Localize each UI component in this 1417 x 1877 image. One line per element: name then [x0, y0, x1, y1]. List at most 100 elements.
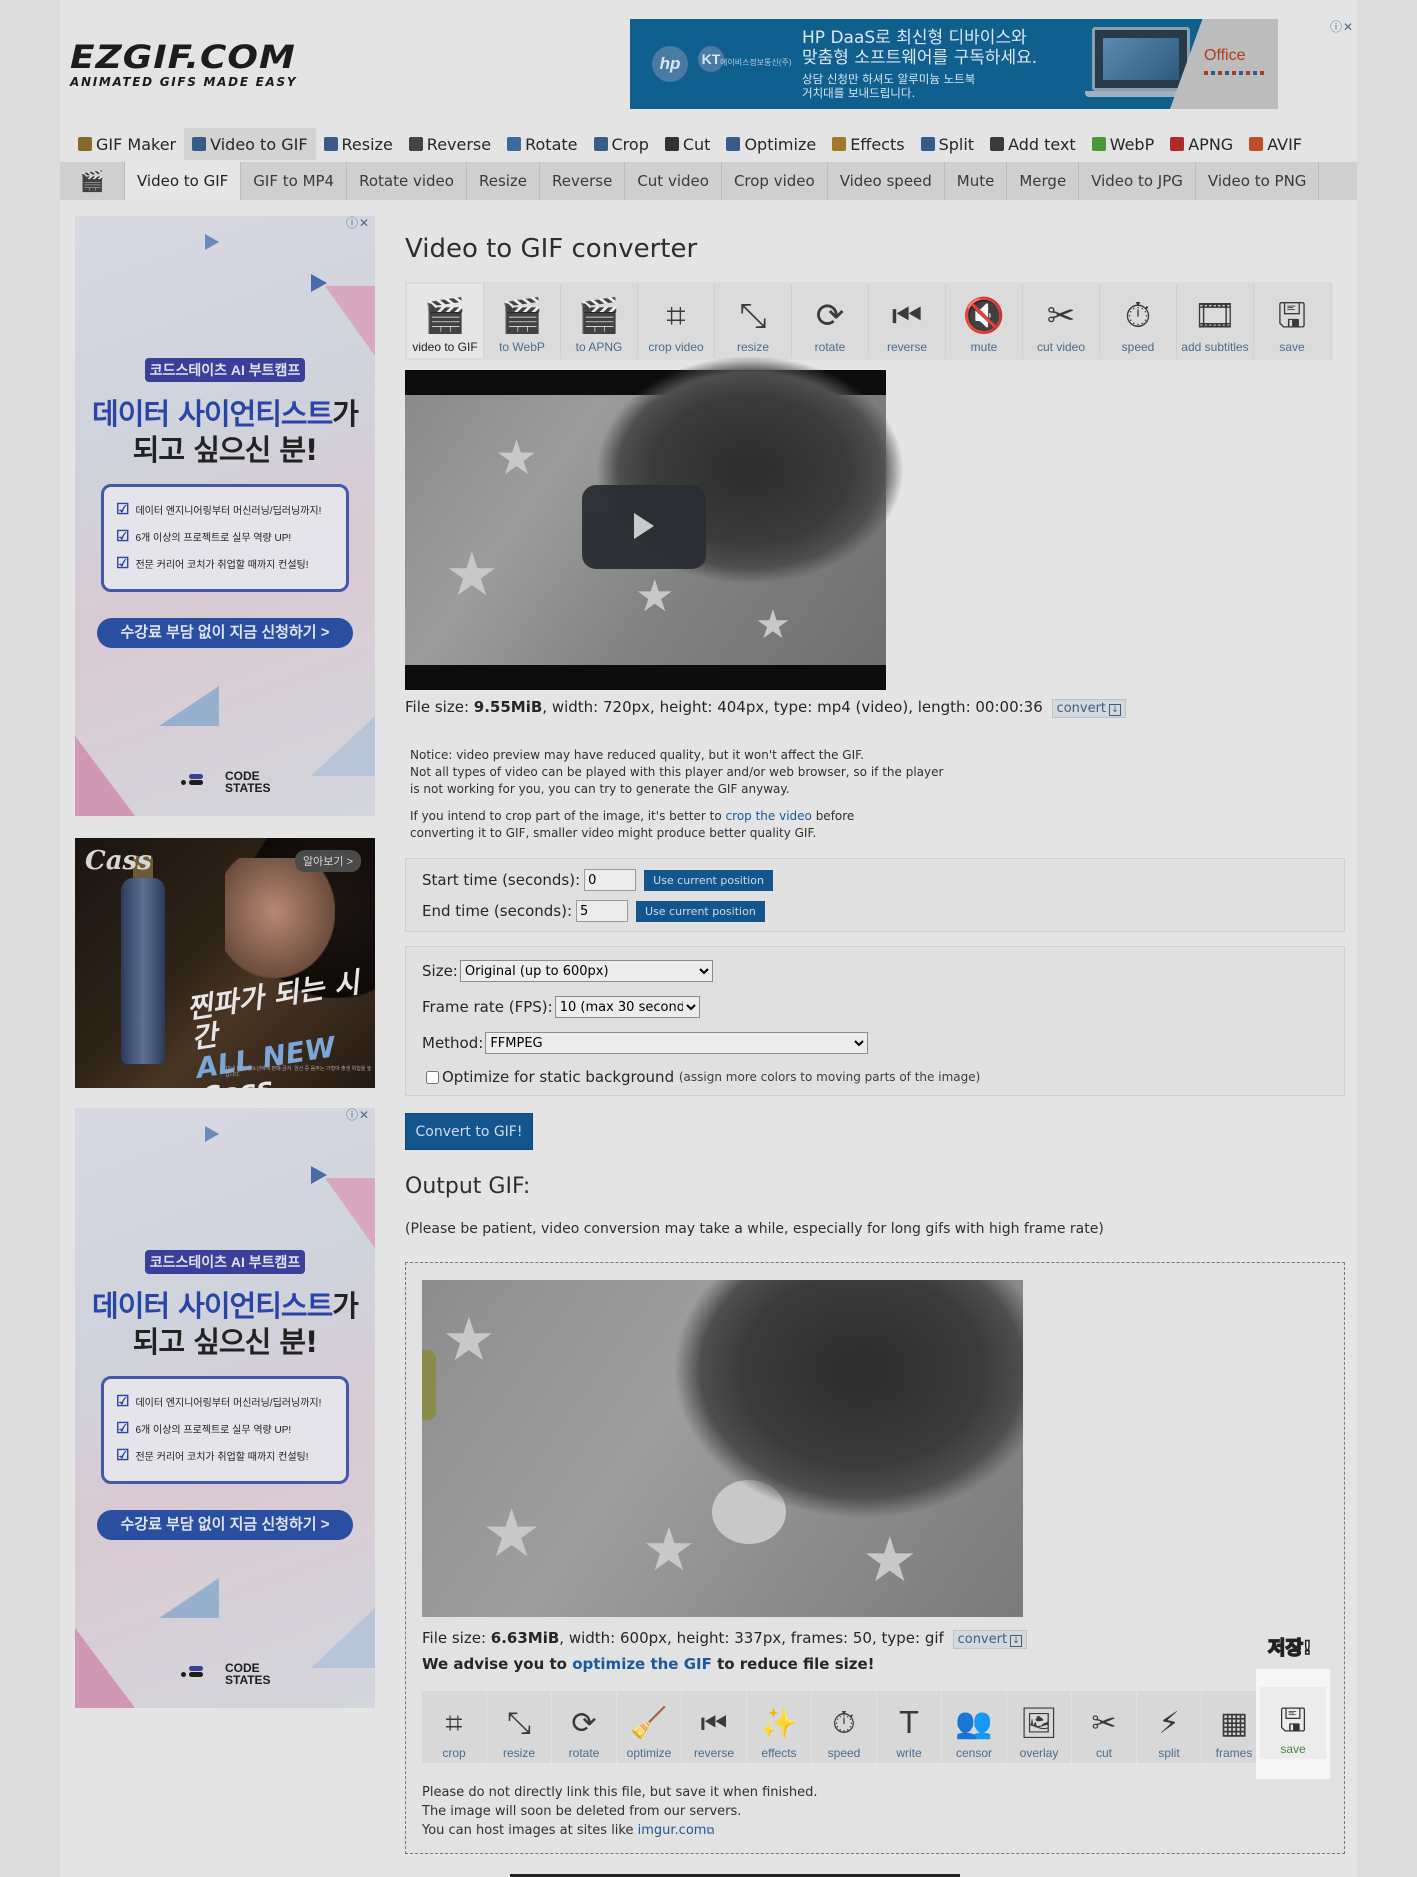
use-current-start-button[interactable]: Use current position	[644, 869, 773, 891]
tool-crop-video[interactable]: ⌗ crop video	[638, 284, 715, 358]
output-save-button[interactable]: 🖫 save	[1260, 1687, 1326, 1759]
subnav-cut-video[interactable]: Cut video	[625, 162, 722, 200]
nav-item-split[interactable]: Split	[913, 128, 982, 160]
top-banner-ad[interactable]: hp KT 에이비스정보통신(주) HP DaaS로 최신형 디바이스와 맞춤형 …	[630, 19, 1278, 109]
ad-cta-button[interactable]: 수강료 부담 없이 지금 신청하기 >	[97, 618, 353, 648]
output-tool-censor[interactable]: 👥 censor	[942, 1691, 1006, 1763]
end-time-row: End time (seconds): Use current position	[422, 900, 765, 922]
output-tool-reverse[interactable]: ⏮ reverse	[682, 1691, 746, 1763]
ad-cta-button[interactable]: 수강료 부담 없이 지금 신청하기 >	[97, 1510, 353, 1540]
subnav-mute[interactable]: Mute	[945, 162, 1008, 200]
output-tool-write[interactable]: Twrite	[877, 1691, 941, 1763]
tool-reverse[interactable]: ⏮ reverse	[869, 284, 946, 358]
crop-video-link[interactable]: crop the video	[726, 809, 812, 823]
speed-icon: ⏱	[832, 1706, 856, 1741]
page-title: Video to GIF converter	[405, 234, 698, 264]
nav-item-webp[interactable]: WebP	[1084, 128, 1163, 160]
crop-icon: ⌗	[445, 1706, 463, 1741]
tool-to-apng[interactable]: 🎬 to APNG	[561, 284, 638, 358]
output-tool-effects[interactable]: ✨ effects	[747, 1691, 811, 1763]
nav-item-add-text[interactable]: Add text	[982, 128, 1084, 160]
output-convert-button[interactable]: convert ↓	[952, 1630, 1028, 1649]
tool-label: cut video	[1036, 340, 1086, 354]
nav-item-video-to-gif[interactable]: Video to GIF	[184, 128, 316, 160]
subnav-video-to-gif[interactable]: Video to GIF	[125, 162, 242, 200]
output-tool-optimize[interactable]: 🧹 optimize	[617, 1691, 681, 1763]
reverse-icon: ⏮	[891, 296, 923, 336]
subnav-merge[interactable]: Merge	[1007, 162, 1080, 200]
tool-rotate[interactable]: ⟳ rotate	[792, 284, 869, 358]
nav-item-reverse[interactable]: Reverse	[401, 128, 499, 160]
nav-item-rotate[interactable]: Rotate	[499, 128, 585, 160]
output-tool-crop[interactable]: ⌗ crop	[422, 1691, 486, 1763]
tool-speed[interactable]: ⏱ speed	[1100, 284, 1177, 358]
fps-select[interactable]: 10 (max 30 seconds)	[554, 996, 700, 1018]
end-time-input[interactable]	[576, 900, 628, 922]
ad-pill: 코드스테이츠 AI 부트캠프	[145, 1250, 305, 1274]
resize-icon	[323, 137, 338, 151]
tool-label: censor	[955, 1746, 993, 1760]
size-select[interactable]: Original (up to 600px)	[459, 960, 713, 982]
adchoices-icon[interactable]: ⓘ✕	[1330, 20, 1353, 34]
scissors-icon: ✂	[1091, 1706, 1117, 1741]
nav-item-apng[interactable]: APNG	[1162, 128, 1241, 160]
gif-maker-icon	[78, 137, 92, 151]
subnav-crop-video[interactable]: Crop video	[722, 162, 828, 200]
nav-item-avif[interactable]: AVIF	[1241, 128, 1310, 160]
optimize-gif-link[interactable]: optimize the GIF	[572, 1655, 712, 1673]
subnav-video-speed[interactable]: Video speed	[828, 162, 945, 200]
tool-to-webp[interactable]: 🎬 to WebP	[484, 284, 561, 358]
time-panel: Start time (seconds): Use current positi…	[405, 858, 1345, 932]
convert-to-gif-button[interactable]: Convert to GIF!	[405, 1113, 533, 1150]
convert-button[interactable]: convert ↓	[1051, 699, 1127, 718]
output-tool-overlay[interactable]: 🖼 overlay	[1007, 1691, 1071, 1763]
side-ad-cass[interactable]: Cass 알아보기 > 찐파가 되는 시간ALL NEW Cass 19세 미만…	[75, 838, 375, 1088]
nav-item-cut[interactable]: Cut	[657, 128, 719, 160]
output-tool-cut[interactable]: ✂ cut	[1072, 1691, 1136, 1763]
optimize-checkbox[interactable]	[426, 1070, 439, 1084]
adchoices-icon[interactable]: ⓘ✕	[346, 1108, 369, 1122]
check-icon: ☑	[116, 528, 130, 545]
subnav-resize[interactable]: Resize	[467, 162, 541, 200]
tool-save[interactable]: 🖫 save	[1254, 284, 1331, 358]
tool-video-to-gif[interactable]: 🎬 video to GIF	[407, 284, 484, 358]
subnav-gif-to-mp4[interactable]: GIF to MP4	[241, 162, 348, 200]
side-ad-codestates-1[interactable]: 코드스테이츠 AI 부트캠프 데이터 사이언티스트가 되고 싶으신 분! ☑ 데이터…	[75, 216, 375, 816]
subnav-rotate-video[interactable]: Rotate video	[347, 162, 467, 200]
clapperboard-icon: 🎬	[500, 296, 544, 336]
subnav-video-to-png[interactable]: Video to PNG	[1196, 162, 1320, 200]
tool-label: split	[1158, 1746, 1180, 1760]
output-tool-resize[interactable]: ⤡ resize	[487, 1691, 551, 1763]
output-tool-split[interactable]: ⚡ split	[1137, 1691, 1201, 1763]
nav-item-effects[interactable]: Effects	[824, 128, 912, 160]
tool-cut-video[interactable]: ✂ cut video	[1023, 284, 1100, 358]
learn-more-button[interactable]: 알아보기 >	[295, 850, 361, 872]
nav-item-gif-maker[interactable]: GIF Maker	[70, 128, 184, 160]
nav-item-label: Resize	[341, 134, 393, 154]
nav-item-resize[interactable]: Resize	[316, 128, 401, 160]
broom-icon: 🧹	[630, 1706, 668, 1741]
nav-item-optimize[interactable]: Optimize	[718, 128, 824, 160]
subnav-reverse[interactable]: Reverse	[540, 162, 626, 200]
imgur-link[interactable]: imgur.com	[638, 1823, 707, 1838]
adchoices-icon[interactable]: ⓘ✕	[346, 216, 369, 230]
check-icon: ☑	[116, 1393, 130, 1410]
side-ad-codestates-2[interactable]: 코드스테이츠 AI 부트캠프 데이터 사이언티스트가 되고 싶으신 분! ☑ 데이터…	[75, 1108, 375, 1708]
tool-resize[interactable]: ⤡ resize	[715, 284, 792, 358]
video-player[interactable]: ★ ★ ★ ★	[405, 355, 905, 690]
site-logo[interactable]: EZGIF.COM ANIMATED GIFS MADE EASY	[70, 40, 310, 89]
use-current-end-button[interactable]: Use current position	[636, 900, 765, 922]
output-tool-speed[interactable]: ⏱ speed	[812, 1691, 876, 1763]
nav-item-label: WebP	[1109, 134, 1155, 154]
output-tool-rotate[interactable]: ⟳ rotate	[552, 1691, 616, 1763]
nav-item-crop[interactable]: Crop	[586, 128, 657, 160]
tool-mute[interactable]: 🔇 mute	[946, 284, 1023, 358]
crop-icon	[593, 137, 608, 151]
subnav-video-to-jpg[interactable]: Video to JPG	[1079, 162, 1196, 200]
notice-text: Notice: video preview may have reduced q…	[410, 748, 944, 840]
method-select[interactable]: FFMPEG	[485, 1032, 869, 1054]
subtitles-icon: 🎞	[1193, 296, 1237, 336]
start-time-input[interactable]	[584, 869, 637, 891]
play-button[interactable]	[582, 485, 706, 569]
tool-add-subtitles[interactable]: 🎞 add subtitles	[1177, 284, 1254, 358]
